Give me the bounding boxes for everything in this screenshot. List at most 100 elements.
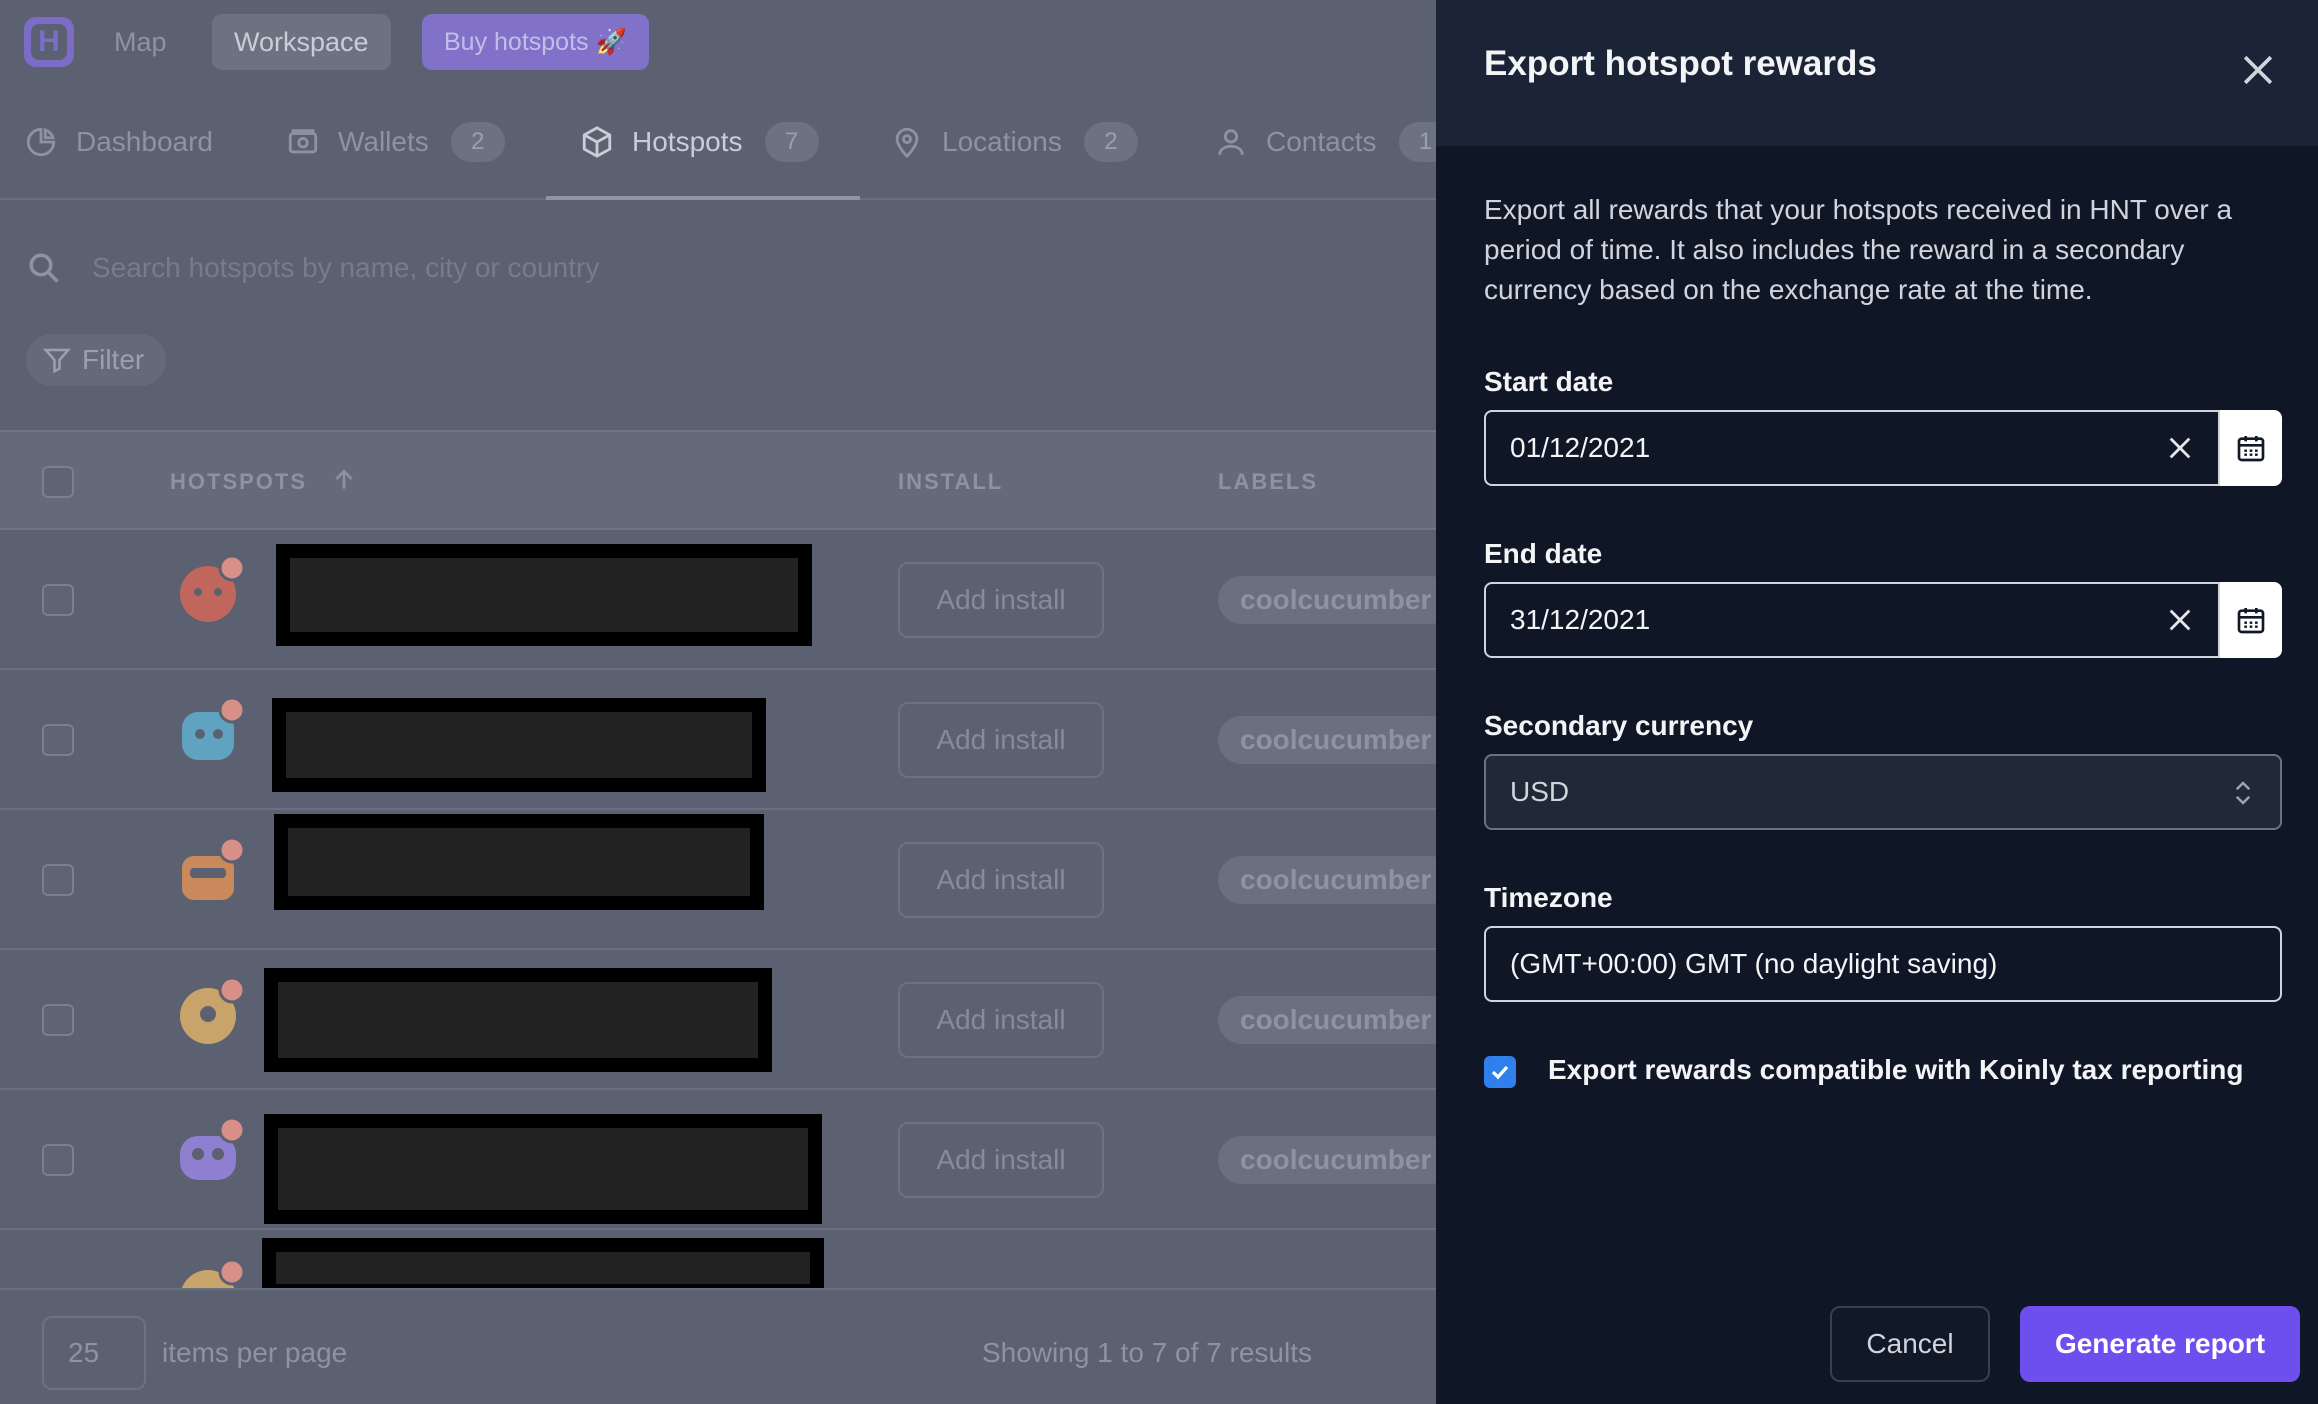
secondary-currency-label: Secondary currency xyxy=(1484,710,1754,741)
install-column-header: INSTALL xyxy=(898,469,1004,494)
koinly-checkbox-label[interactable]: Export rewards compatible with Koinly ta… xyxy=(1548,1054,2243,1086)
start-date-input[interactable]: 01/12/2021 xyxy=(1484,410,2220,486)
user-icon xyxy=(1218,129,1244,155)
calendar-icon xyxy=(2237,436,2265,462)
active-tab-indicator xyxy=(546,196,860,200)
panel-description: Export all rewards that your hotspots re… xyxy=(1484,194,2233,305)
tab-locations-label: Locations xyxy=(942,126,1062,157)
table-row[interactable]: Add install coolcucumber xyxy=(0,810,1436,950)
end-date-input[interactable]: 31/12/2021 xyxy=(1484,582,2220,658)
wallet-icon xyxy=(288,129,318,154)
search-icon xyxy=(29,253,59,283)
redacted-name xyxy=(264,968,772,1072)
filter-button[interactable]: Filter xyxy=(26,334,167,386)
table-row[interactable]: Add install coolcucumber xyxy=(0,670,1436,810)
filter-label: Filter xyxy=(82,344,145,375)
label-badge[interactable]: coolcucumber xyxy=(1218,856,1436,904)
tab-hotspots[interactable]: Hotspots 7 xyxy=(580,84,819,200)
items-per-page-label: items per page xyxy=(162,1337,348,1368)
redacted-name xyxy=(272,698,766,792)
tab-locations[interactable]: Locations 2 xyxy=(890,84,1138,200)
start-date-calendar-button[interactable] xyxy=(2220,410,2282,486)
secondary-currency-value: USD xyxy=(1510,776,1570,807)
start-date-label: Start date xyxy=(1484,366,1614,397)
redacted-name xyxy=(276,544,812,646)
label-badge[interactable]: coolcucumber xyxy=(1218,576,1436,624)
tab-hotspots-label: Hotspots xyxy=(632,126,743,157)
filter-icon xyxy=(42,348,72,374)
pagination-footer: 25 items per page Showing 1 to 7 of 7 re… xyxy=(0,1288,1436,1404)
label-badge[interactable]: coolcucumber xyxy=(1218,716,1436,764)
table-header: HOTSPOTS INSTALL LABELS xyxy=(0,430,1436,530)
hotspots-header-label: HOTSPOTS xyxy=(170,469,308,494)
tab-dashboard[interactable]: Dashboard xyxy=(24,84,213,200)
end-date-label: End date xyxy=(1484,538,1603,569)
tab-dashboard-label: Dashboard xyxy=(76,126,213,157)
table-row[interactable]: Add install coolcucumber xyxy=(0,530,1436,670)
background-app: H Map Workspace Buy hotspots 🚀 Dashboard… xyxy=(0,0,1436,1404)
cube-icon xyxy=(582,126,612,158)
add-install-button[interactable]: Add install xyxy=(898,982,1104,1058)
redacted-name xyxy=(264,1114,822,1224)
koinly-checkbox[interactable] xyxy=(1484,1056,1516,1088)
label-badge[interactable]: coolcucumber xyxy=(1218,996,1436,1044)
generate-report-button[interactable]: Generate report xyxy=(2020,1306,2300,1382)
start-date-value: 01/12/2021 xyxy=(1510,432,1651,463)
pie-chart-icon xyxy=(26,127,56,157)
add-install-button[interactable]: Add install xyxy=(898,1122,1104,1198)
secondary-currency-select[interactable]: USD xyxy=(1484,754,2282,830)
tab-contacts[interactable]: Contacts 1 xyxy=(1214,84,1436,200)
robot-avatar-icon xyxy=(180,976,246,1044)
top-navigation: H Map Workspace Buy hotspots 🚀 xyxy=(0,0,1436,84)
label-badge[interactable]: coolcucumber xyxy=(1218,1136,1436,1184)
search-placeholder: Search hotspots by name, city or country xyxy=(92,252,600,283)
table-row[interactable]: Add install coolcucumber xyxy=(0,1090,1436,1230)
workspace-link[interactable]: Workspace xyxy=(212,14,391,70)
tab-contacts-label: Contacts xyxy=(1266,126,1377,157)
panel-header: Export hotspot rewards xyxy=(1436,0,2318,146)
row-checkbox[interactable] xyxy=(42,864,74,896)
sort-ascending-icon[interactable] xyxy=(331,467,357,493)
tab-hotspots-count: 7 xyxy=(764,122,819,162)
calendar-icon xyxy=(2237,608,2265,634)
map-pin-icon xyxy=(895,127,919,159)
logo-letter: H xyxy=(31,24,67,60)
row-checkbox[interactable] xyxy=(42,584,74,616)
robot-avatar-icon xyxy=(180,1116,246,1180)
robot-avatar-icon xyxy=(182,836,246,900)
close-icon[interactable] xyxy=(2236,48,2280,92)
search-bar[interactable]: Search hotspots by name, city or country xyxy=(26,240,599,296)
end-date-calendar-button[interactable] xyxy=(2220,582,2282,658)
row-checkbox[interactable] xyxy=(42,1004,74,1036)
clear-start-date-icon[interactable] xyxy=(2166,434,2194,462)
clear-end-date-icon[interactable] xyxy=(2166,606,2194,634)
robot-avatar-icon xyxy=(180,554,246,622)
chevron-up-down-icon xyxy=(2235,781,2251,805)
panel-title: Export hotspot rewards xyxy=(1484,44,1877,83)
end-date-value: 31/12/2021 xyxy=(1510,604,1651,635)
row-checkbox[interactable] xyxy=(42,724,74,756)
hotspots-column-header[interactable]: HOTSPOTS xyxy=(170,432,357,532)
select-all-checkbox[interactable] xyxy=(42,466,74,498)
robot-avatar-icon xyxy=(182,696,246,760)
checkmark-icon xyxy=(1491,1065,1509,1080)
add-install-button[interactable]: Add install xyxy=(898,842,1104,918)
map-link[interactable]: Map xyxy=(92,14,189,70)
tab-wallets-count: 2 xyxy=(450,122,505,162)
timezone-select[interactable]: (GMT+00:00) GMT (no daylight saving) xyxy=(1484,926,2282,1002)
tab-wallets[interactable]: Wallets 2 xyxy=(286,84,505,200)
add-install-button[interactable]: Add install xyxy=(898,562,1104,638)
table-row[interactable]: Add install coolcucumber xyxy=(0,950,1436,1090)
add-install-button[interactable]: Add install xyxy=(898,702,1104,778)
section-tabs: Dashboard Wallets 2 Hotspots 7 Locations… xyxy=(0,84,1436,200)
app-logo[interactable]: H xyxy=(24,17,74,67)
table-row[interactable] xyxy=(0,1230,1436,1326)
row-checkbox[interactable] xyxy=(42,1144,74,1176)
cancel-button[interactable]: Cancel xyxy=(1830,1306,1990,1382)
items-per-page-select[interactable]: 25 xyxy=(42,1316,146,1390)
redacted-name xyxy=(274,814,764,910)
tab-locations-count: 2 xyxy=(1083,122,1138,162)
buy-hotspots-button[interactable]: Buy hotspots 🚀 xyxy=(422,14,649,70)
labels-column-header: LABELS xyxy=(1218,469,1318,494)
results-summary: Showing 1 to 7 of 7 results xyxy=(982,1337,1312,1368)
